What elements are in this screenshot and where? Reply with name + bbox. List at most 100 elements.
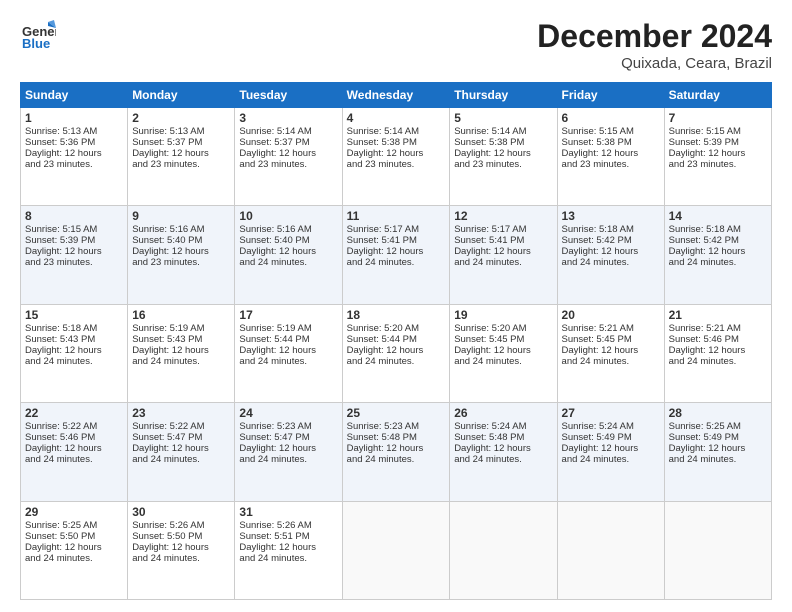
sunset-label: Sunset: 5:51 PM <box>239 531 309 542</box>
table-row: 17Sunrise: 5:19 AMSunset: 5:44 PMDayligh… <box>235 304 342 402</box>
sunrise-label: Sunrise: 5:23 AM <box>347 421 419 432</box>
sunrise-label: Sunrise: 5:14 AM <box>239 126 311 137</box>
day-number: 7 <box>669 111 767 125</box>
daylight-label: Daylight: 12 hours <box>562 443 639 454</box>
sunrise-label: Sunrise: 5:25 AM <box>25 520 97 531</box>
sunset-label: Sunset: 5:40 PM <box>132 235 202 246</box>
table-row: 21Sunrise: 5:21 AMSunset: 5:46 PMDayligh… <box>664 304 771 402</box>
sunset-label: Sunset: 5:39 PM <box>25 235 95 246</box>
daylight-minutes: and 24 minutes. <box>25 454 93 465</box>
day-number: 24 <box>239 406 337 420</box>
daylight-label: Daylight: 12 hours <box>562 345 639 356</box>
table-row: 30Sunrise: 5:26 AMSunset: 5:50 PMDayligh… <box>128 501 235 599</box>
daylight-label: Daylight: 12 hours <box>25 542 102 553</box>
table-row: 26Sunrise: 5:24 AMSunset: 5:48 PMDayligh… <box>450 403 557 501</box>
daylight-minutes: and 24 minutes. <box>454 356 522 367</box>
sunset-label: Sunset: 5:46 PM <box>669 334 739 345</box>
col-saturday: Saturday <box>664 83 771 108</box>
calendar-row: 15Sunrise: 5:18 AMSunset: 5:43 PMDayligh… <box>21 304 772 402</box>
sunrise-label: Sunrise: 5:25 AM <box>669 421 741 432</box>
daylight-label: Daylight: 12 hours <box>25 148 102 159</box>
table-row: 23Sunrise: 5:22 AMSunset: 5:47 PMDayligh… <box>128 403 235 501</box>
calendar-row: 22Sunrise: 5:22 AMSunset: 5:46 PMDayligh… <box>21 403 772 501</box>
table-row: 7Sunrise: 5:15 AMSunset: 5:39 PMDaylight… <box>664 108 771 206</box>
day-number: 3 <box>239 111 337 125</box>
sunset-label: Sunset: 5:50 PM <box>25 531 95 542</box>
day-number: 14 <box>669 209 767 223</box>
sunrise-label: Sunrise: 5:17 AM <box>454 224 526 235</box>
day-number: 9 <box>132 209 230 223</box>
calendar-row: 1Sunrise: 5:13 AMSunset: 5:36 PMDaylight… <box>21 108 772 206</box>
sunrise-label: Sunrise: 5:16 AM <box>132 224 204 235</box>
sunset-label: Sunset: 5:45 PM <box>454 334 524 345</box>
sunset-label: Sunset: 5:37 PM <box>132 137 202 148</box>
daylight-minutes: and 23 minutes. <box>454 159 522 170</box>
table-row: 14Sunrise: 5:18 AMSunset: 5:42 PMDayligh… <box>664 206 771 304</box>
daylight-minutes: and 24 minutes. <box>347 454 415 465</box>
table-row <box>664 501 771 599</box>
daylight-label: Daylight: 12 hours <box>669 443 746 454</box>
table-row: 31Sunrise: 5:26 AMSunset: 5:51 PMDayligh… <box>235 501 342 599</box>
table-row: 25Sunrise: 5:23 AMSunset: 5:48 PMDayligh… <box>342 403 450 501</box>
col-wednesday: Wednesday <box>342 83 450 108</box>
daylight-minutes: and 23 minutes. <box>25 159 93 170</box>
table-row: 19Sunrise: 5:20 AMSunset: 5:45 PMDayligh… <box>450 304 557 402</box>
sunrise-label: Sunrise: 5:13 AM <box>25 126 97 137</box>
day-number: 13 <box>562 209 660 223</box>
col-monday: Monday <box>128 83 235 108</box>
sunset-label: Sunset: 5:38 PM <box>562 137 632 148</box>
daylight-minutes: and 24 minutes. <box>562 356 630 367</box>
day-number: 11 <box>347 209 446 223</box>
day-number: 21 <box>669 308 767 322</box>
sunset-label: Sunset: 5:50 PM <box>132 531 202 542</box>
sunrise-label: Sunrise: 5:15 AM <box>25 224 97 235</box>
day-number: 12 <box>454 209 552 223</box>
table-row: 5Sunrise: 5:14 AMSunset: 5:38 PMDaylight… <box>450 108 557 206</box>
daylight-label: Daylight: 12 hours <box>454 345 531 356</box>
daylight-label: Daylight: 12 hours <box>132 148 209 159</box>
sunset-label: Sunset: 5:44 PM <box>239 334 309 345</box>
daylight-label: Daylight: 12 hours <box>25 246 102 257</box>
sunset-label: Sunset: 5:38 PM <box>454 137 524 148</box>
sunrise-label: Sunrise: 5:19 AM <box>239 323 311 334</box>
sunrise-label: Sunrise: 5:19 AM <box>132 323 204 334</box>
day-number: 15 <box>25 308 123 322</box>
day-number: 17 <box>239 308 337 322</box>
day-number: 26 <box>454 406 552 420</box>
sunrise-label: Sunrise: 5:17 AM <box>347 224 419 235</box>
daylight-label: Daylight: 12 hours <box>454 443 531 454</box>
daylight-minutes: and 24 minutes. <box>25 356 93 367</box>
day-number: 29 <box>25 505 123 519</box>
daylight-label: Daylight: 12 hours <box>347 345 424 356</box>
sunrise-label: Sunrise: 5:26 AM <box>132 520 204 531</box>
col-thursday: Thursday <box>450 83 557 108</box>
daylight-minutes: and 24 minutes. <box>132 356 200 367</box>
table-row: 29Sunrise: 5:25 AMSunset: 5:50 PMDayligh… <box>21 501 128 599</box>
daylight-label: Daylight: 12 hours <box>132 345 209 356</box>
daylight-label: Daylight: 12 hours <box>132 443 209 454</box>
table-row <box>450 501 557 599</box>
day-number: 4 <box>347 111 446 125</box>
table-row: 3Sunrise: 5:14 AMSunset: 5:37 PMDaylight… <box>235 108 342 206</box>
daylight-label: Daylight: 12 hours <box>239 148 316 159</box>
daylight-minutes: and 24 minutes. <box>347 356 415 367</box>
day-number: 20 <box>562 308 660 322</box>
daylight-label: Daylight: 12 hours <box>669 246 746 257</box>
sunset-label: Sunset: 5:42 PM <box>669 235 739 246</box>
sunrise-label: Sunrise: 5:18 AM <box>562 224 634 235</box>
calendar-header-row: Sunday Monday Tuesday Wednesday Thursday… <box>21 83 772 108</box>
daylight-minutes: and 24 minutes. <box>454 257 522 268</box>
sunset-label: Sunset: 5:46 PM <box>25 432 95 443</box>
day-number: 6 <box>562 111 660 125</box>
day-number: 18 <box>347 308 446 322</box>
day-number: 2 <box>132 111 230 125</box>
daylight-label: Daylight: 12 hours <box>562 246 639 257</box>
table-row: 9Sunrise: 5:16 AMSunset: 5:40 PMDaylight… <box>128 206 235 304</box>
daylight-label: Daylight: 12 hours <box>132 542 209 553</box>
daylight-minutes: and 24 minutes. <box>132 454 200 465</box>
sunset-label: Sunset: 5:49 PM <box>669 432 739 443</box>
table-row: 20Sunrise: 5:21 AMSunset: 5:45 PMDayligh… <box>557 304 664 402</box>
sunrise-label: Sunrise: 5:13 AM <box>132 126 204 137</box>
table-row: 1Sunrise: 5:13 AMSunset: 5:36 PMDaylight… <box>21 108 128 206</box>
day-number: 31 <box>239 505 337 519</box>
